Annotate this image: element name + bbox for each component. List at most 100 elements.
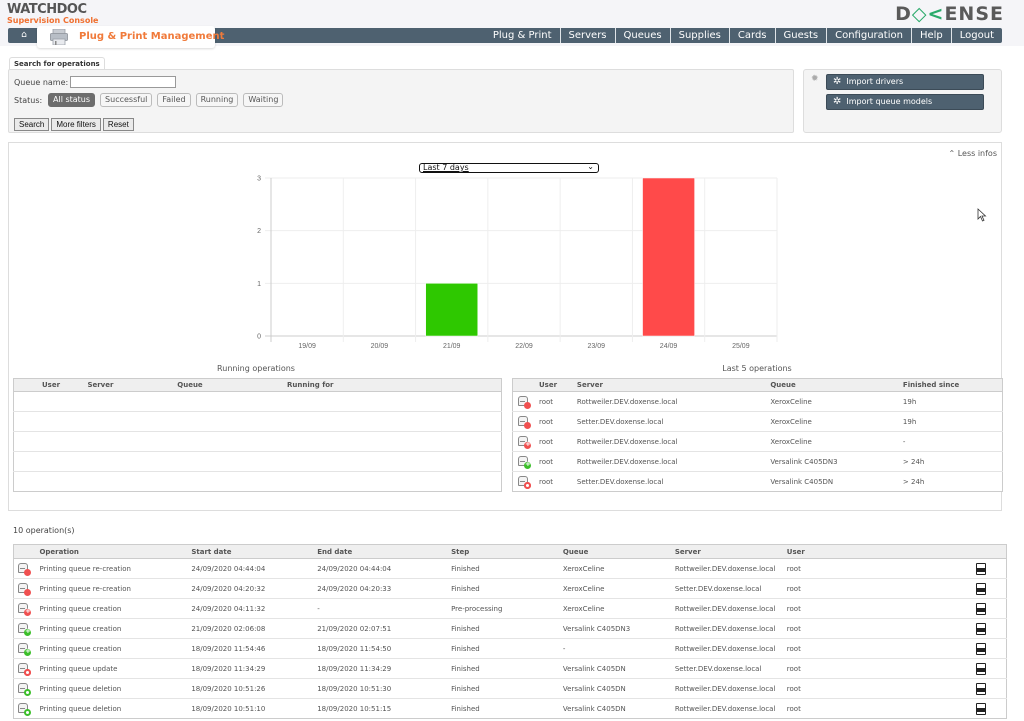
nav-item-supplies[interactable]: Supplies — [669, 28, 729, 43]
column-header[interactable]: Server — [572, 378, 767, 392]
queue-cell: Versalink C405DN3 — [562, 618, 675, 639]
section-tab-plug-print-management[interactable]: Plug & Print Management — [37, 26, 224, 48]
operations-bar-chart: 0 1 2 3 19/09 20/09 21/09 22/09 23/09 24/09 25/09 — [257, 176, 778, 350]
column-header[interactable]: Queue — [766, 378, 899, 392]
bar-failed-24-09[interactable] — [642, 177, 695, 337]
column-header[interactable] — [512, 378, 535, 392]
nav-item-logout[interactable]: Logout — [950, 28, 1002, 43]
column-header[interactable]: User — [786, 544, 883, 559]
status-filter-successful[interactable]: Successful — [100, 93, 153, 107]
status-filter-all-status[interactable]: All status — [48, 93, 96, 107]
status-filter-running[interactable]: Running — [195, 93, 239, 107]
search-button[interactable]: Search — [14, 118, 50, 131]
nav-item-help[interactable]: Help — [910, 28, 951, 43]
printer-status-running-failed-icon — [517, 435, 531, 449]
x-tick-label: 22/09 — [515, 343, 533, 350]
server-cell: Rottweiler.DEV.doxense.local — [674, 618, 787, 639]
log-file-icon[interactable] — [976, 582, 986, 595]
start-cell: 24/09/2020 04:20:32 — [191, 578, 318, 599]
table-row[interactable]: Printing queue creation18/09/2020 11:54:… — [13, 638, 1007, 659]
column-header[interactable]: Finished since — [898, 378, 1003, 392]
nav-item-guests[interactable]: Guests — [774, 28, 827, 43]
nav-item-configuration[interactable]: Configuration — [826, 28, 911, 43]
operations-table: Operation Start date End date Step Queue Serv… — [13, 544, 1007, 719]
log-file-icon[interactable] — [976, 682, 986, 695]
table-row[interactable]: Printing queue re-creation 24/09/2020 04:… — [13, 558, 1007, 579]
table-row[interactable]: rootRottweiler.DEV.doxense.localVersalin… — [512, 451, 1003, 472]
start-cell: 18/09/2020 10:51:10 — [191, 698, 318, 719]
user-cell: root — [535, 411, 573, 432]
table-row[interactable]: Printing queue deletion 18/09/2020 10:51:… — [13, 698, 1007, 719]
queue-name-input[interactable] — [70, 76, 176, 88]
less-infos-toggle[interactable]: ⌃ Less infos — [948, 149, 997, 158]
nav-item-cards[interactable]: Cards — [728, 28, 775, 43]
user-cell: root — [786, 578, 883, 599]
nav-item-queues[interactable]: Queues — [614, 28, 670, 43]
table-cell — [283, 391, 502, 412]
status-filter-waiting[interactable]: Waiting — [243, 93, 284, 107]
column-header[interactable]: User — [535, 378, 573, 392]
column-header[interactable]: End date — [317, 544, 452, 559]
queue-cell: XeroxCeline — [562, 558, 675, 579]
chevron-down-icon: ⌄ — [587, 162, 594, 171]
column-header[interactable]: Server — [83, 378, 174, 392]
table-cell — [13, 391, 84, 412]
more-filters-button[interactable]: More filters — [51, 118, 101, 131]
log-file-icon[interactable] — [976, 622, 986, 635]
table-row[interactable]: Printing queue re-creation 24/09/2020 04:… — [13, 578, 1007, 599]
log-file-icon[interactable] — [976, 562, 986, 575]
period-select[interactable]: Last 7 days ⌄ — [419, 163, 599, 173]
watchdoc-logo[interactable]: WATCHDOC Supervision Console — [7, 3, 98, 25]
log-file-icon[interactable] — [976, 702, 986, 715]
column-header[interactable]: Start date — [191, 544, 318, 559]
column-header[interactable]: Step — [451, 544, 563, 559]
table-row[interactable]: Printing queue creation21/09/2020 02:06:… — [13, 618, 1007, 639]
table-row[interactable]: root Setter.DEV.doxense.local XeroxCeline 1… — [512, 411, 1003, 432]
column-header[interactable]: User — [13, 378, 84, 392]
bar-successful-21-09[interactable] — [425, 283, 478, 337]
table-header-row: User Server Queue Finished since — [512, 378, 1003, 392]
home-icon[interactable]: ⌂ — [18, 30, 30, 41]
status-cell — [13, 638, 40, 659]
table-row[interactable]: root Setter.DEV.doxense.local Versalink C4… — [512, 471, 1003, 492]
main-nav: Plug & Print Servers Queues Supplies Cards Gu… — [485, 28, 1002, 43]
period-select-value: Last 7 days — [423, 163, 469, 172]
step-cell: Finished — [451, 618, 563, 639]
log-file-icon[interactable] — [976, 602, 986, 615]
x-tick-label: 19/09 — [298, 343, 316, 350]
vendor-logo-mark: ◇< — [911, 3, 945, 25]
log-file-icon[interactable] — [976, 662, 986, 675]
column-header[interactable] — [882, 544, 1007, 559]
status-cell — [13, 578, 40, 599]
printer-status-failed-icon — [517, 395, 531, 409]
table-cell — [173, 431, 284, 452]
start-cell: 18/09/2020 11:54:46 — [191, 638, 318, 659]
column-header[interactable]: Queue — [562, 544, 675, 559]
printer-status-success-icon — [17, 622, 31, 636]
column-header[interactable]: Queue — [173, 378, 284, 392]
log-file-icon[interactable] — [976, 642, 986, 655]
end-cell: 18/09/2020 11:54:50 — [317, 638, 452, 659]
table-cell — [173, 471, 284, 492]
queue-cell: XeroxCeline — [766, 411, 899, 432]
column-header[interactable] — [13, 544, 40, 559]
server-cell: Rottweiler.DEV.doxense.local — [674, 678, 787, 699]
nav-item-servers[interactable]: Servers — [559, 28, 615, 43]
table-row[interactable]: Printing queue creation24/09/2020 04:11:… — [13, 598, 1007, 619]
operations-count: 10 operation(s) — [13, 526, 75, 535]
printer-status-update-failed-icon — [17, 662, 31, 676]
column-header[interactable]: Server — [674, 544, 787, 559]
table-cell — [173, 391, 284, 412]
import-panel: ✹ ✲ Import drivers ✲ Import queue models — [803, 69, 1002, 133]
column-header[interactable]: Running for — [283, 378, 502, 392]
table-row[interactable]: Printing queue update 18/09/2020 11:34:29… — [13, 658, 1007, 679]
nav-item-plug-print[interactable]: Plug & Print — [485, 28, 560, 43]
import-drivers-button[interactable]: ✲ Import drivers — [826, 74, 984, 90]
status-filter-failed[interactable]: Failed — [157, 93, 191, 107]
column-header[interactable]: Operation — [39, 544, 192, 559]
import-queue-models-button[interactable]: ✲ Import queue models — [826, 94, 984, 110]
reset-button[interactable]: Reset — [102, 118, 134, 131]
table-row[interactable]: rootRottweiler.DEV.doxense.localXeroxCel… — [512, 391, 1003, 412]
table-row[interactable]: Printing queue deletion 18/09/2020 10:51:… — [13, 678, 1007, 699]
table-row[interactable]: rootRottweiler.DEV.doxense.localXeroxCel… — [512, 431, 1003, 452]
